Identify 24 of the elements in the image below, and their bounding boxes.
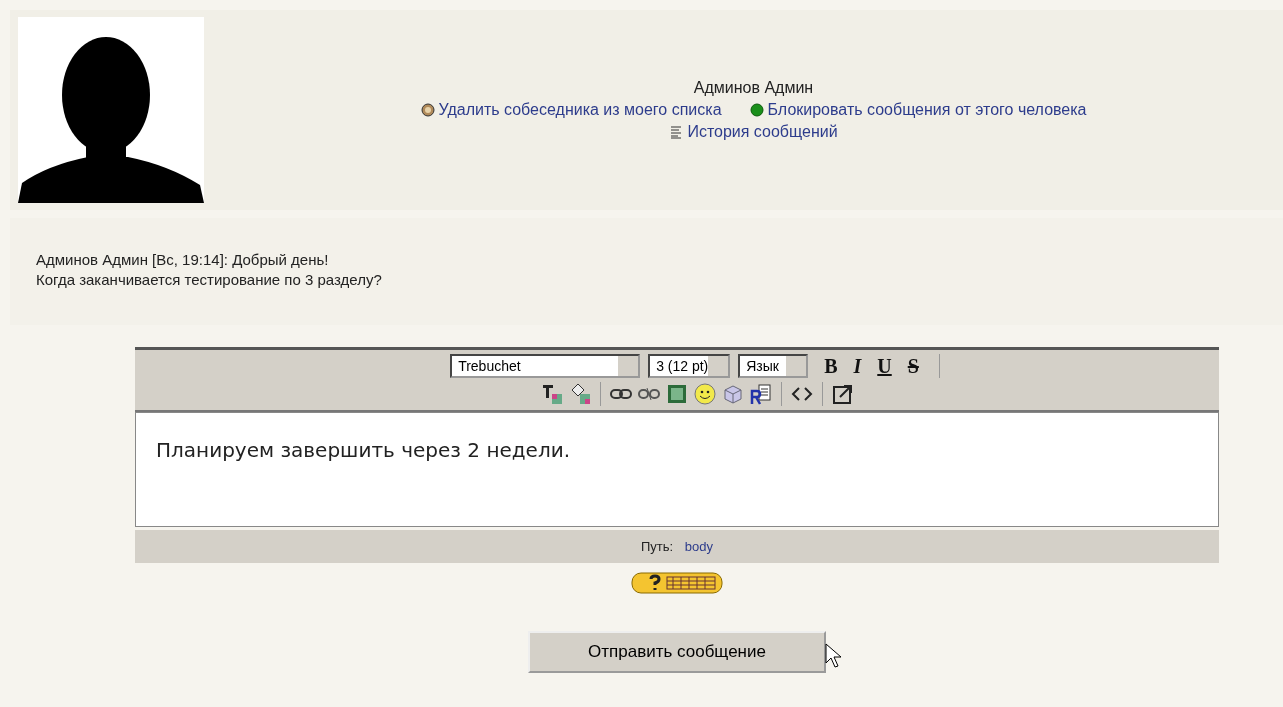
keyboard-help-icon[interactable] — [631, 571, 723, 595]
list-lines-icon[interactable] — [669, 125, 684, 139]
message-text: Админов Админ [Вс, 19:14]: Добрый день! — [36, 250, 330, 270]
send-message-button[interactable]: Отправить сообщение — [528, 631, 826, 673]
status-dot-icon[interactable] — [749, 103, 764, 117]
contact-name: Админов Админ — [692, 78, 815, 98]
underline-button[interactable]: U — [869, 354, 900, 378]
font-select[interactable]: Trebuchet — [450, 354, 641, 378]
path-link[interactable]: body — [684, 539, 713, 554]
size-select[interactable]: 3 (12 pt) — [648, 354, 731, 378]
strikethrough-button[interactable]: S — [899, 354, 927, 378]
bold-button[interactable]: B — [816, 354, 846, 378]
language-select[interactable]: Язык — [738, 354, 809, 378]
message-text: Когда заканчивается тестирование по 3 разделу? — [36, 270, 383, 290]
action-link[interactable]: Удалить собеседника из моего списка — [438, 99, 722, 121]
paste-document-icon[interactable] — [748, 382, 773, 406]
italic-button[interactable]: I — [845, 354, 870, 378]
message-editor[interactable]: Планируем завершить через 2 недели. — [135, 412, 1219, 527]
mouse-cursor-icon — [825, 643, 843, 669]
fullscreen-icon[interactable] — [830, 382, 855, 406]
action-link[interactable]: История сообщений — [687, 121, 838, 143]
path-label: Путь: — [641, 539, 674, 554]
smiley-icon[interactable] — [692, 382, 717, 406]
action-link[interactable]: Блокировать сообщения от этого человека — [767, 99, 1087, 121]
